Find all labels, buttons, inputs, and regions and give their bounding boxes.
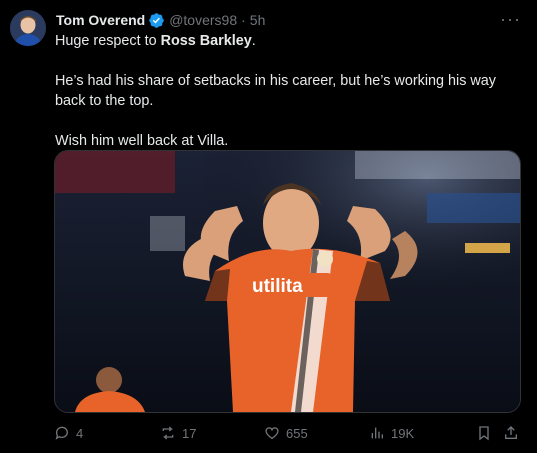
share-icon xyxy=(505,426,517,439)
more-options-icon[interactable]: ··· xyxy=(500,9,521,30)
views-icon xyxy=(371,427,383,439)
like-count: 655 xyxy=(286,425,308,441)
views-button[interactable]: 19K xyxy=(369,422,414,444)
verified-badge-icon xyxy=(149,12,164,28)
text-span: Huge respect to xyxy=(55,33,161,49)
tweet-line-3: Wish him well back at Villa. xyxy=(55,133,229,149)
repost-button[interactable]: 17 xyxy=(160,422,196,444)
reply-icon xyxy=(55,426,68,440)
reply-button[interactable]: 4 xyxy=(54,422,83,444)
author-avatar[interactable] xyxy=(10,10,46,46)
reply-count: 4 xyxy=(76,425,84,441)
tweet-header: Tom Overend @tovers98 · 5h xyxy=(56,10,523,30)
shirt-sponsor-text: utilita xyxy=(252,276,303,297)
tweet-line-2: He’s had his share of setbacks in his ca… xyxy=(55,73,497,109)
tweet-image[interactable]: utilita xyxy=(54,150,521,413)
heart-icon xyxy=(265,427,279,440)
bookmark-button[interactable] xyxy=(476,422,492,444)
author-handle[interactable]: @tovers98 xyxy=(169,12,237,28)
views-count: 19K xyxy=(391,425,415,441)
timestamp[interactable]: 5h xyxy=(250,12,266,28)
separator-dot: · xyxy=(241,12,246,28)
share-button[interactable] xyxy=(503,422,519,444)
repost-icon xyxy=(162,426,174,440)
bookmark-icon xyxy=(479,426,489,441)
text-span: . xyxy=(251,33,256,49)
like-button[interactable]: 655 xyxy=(264,422,308,444)
repost-count: 17 xyxy=(182,425,197,441)
tweet-text: Huge respect to Ross Barkley. He’s had h… xyxy=(55,31,525,151)
tweet-line-1: Huge respect to Ross Barkley. xyxy=(55,31,525,51)
author-name[interactable]: Tom Overend xyxy=(56,12,145,28)
tweet-actions: 4 17 655 19K xyxy=(54,422,520,444)
mention-bold: Ross Barkley xyxy=(160,33,252,49)
